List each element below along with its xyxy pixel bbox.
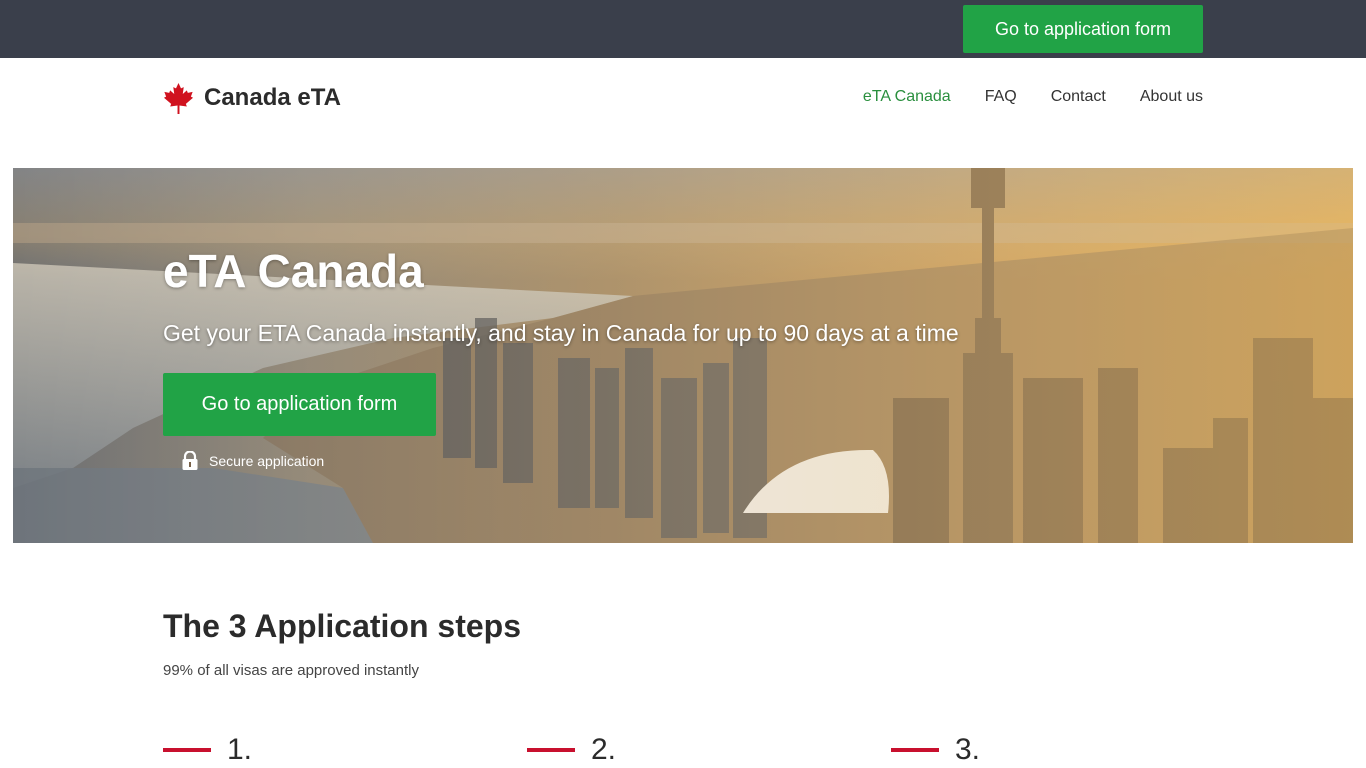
step-number: 1. — [227, 733, 253, 766]
nav-item-about-us[interactable]: About us — [1140, 88, 1203, 106]
nav-item-eta-canada[interactable]: eTA Canada — [863, 88, 951, 106]
steps-title: The 3 Application steps — [163, 608, 521, 644]
logo-text: Canada eTA — [204, 84, 341, 111]
site-header: Canada eTA eTA Canada FAQ Contact About … — [0, 58, 1366, 168]
step-item-3: 3. — [891, 732, 980, 768]
hero-banner: eTA Canada Get your ETA Canada instantly… — [13, 168, 1353, 543]
logo[interactable]: Canada eTA — [163, 80, 341, 116]
hero-application-button[interactable]: Go to application form — [163, 373, 436, 436]
hero-title: eTA Canada — [163, 245, 424, 297]
steps-subtitle: 99% of all visas are approved instantly — [163, 662, 419, 679]
step-divider — [163, 748, 211, 752]
nav-item-contact[interactable]: Contact — [1051, 88, 1106, 106]
hero-subtitle: Get your ETA Canada instantly, and stay … — [163, 320, 959, 346]
top-bar: Go to application form — [0, 0, 1366, 58]
step-item-1: 1. — [163, 732, 252, 768]
step-divider — [527, 748, 575, 752]
step-number: 2. — [591, 733, 617, 766]
main-nav: eTA Canada FAQ Contact About us — [863, 88, 1203, 106]
lock-icon — [182, 451, 198, 470]
topbar-application-button[interactable]: Go to application form — [963, 5, 1203, 53]
step-divider — [891, 748, 939, 752]
city-skyline-image — [13, 168, 1353, 543]
step-item-2: 2. — [527, 732, 616, 768]
secure-application-note: Secure application — [181, 451, 324, 471]
nav-item-faq[interactable]: FAQ — [985, 88, 1017, 106]
secure-application-label: Secure application — [209, 453, 325, 469]
maple-leaf-icon — [163, 82, 194, 114]
step-number: 3. — [955, 733, 981, 766]
